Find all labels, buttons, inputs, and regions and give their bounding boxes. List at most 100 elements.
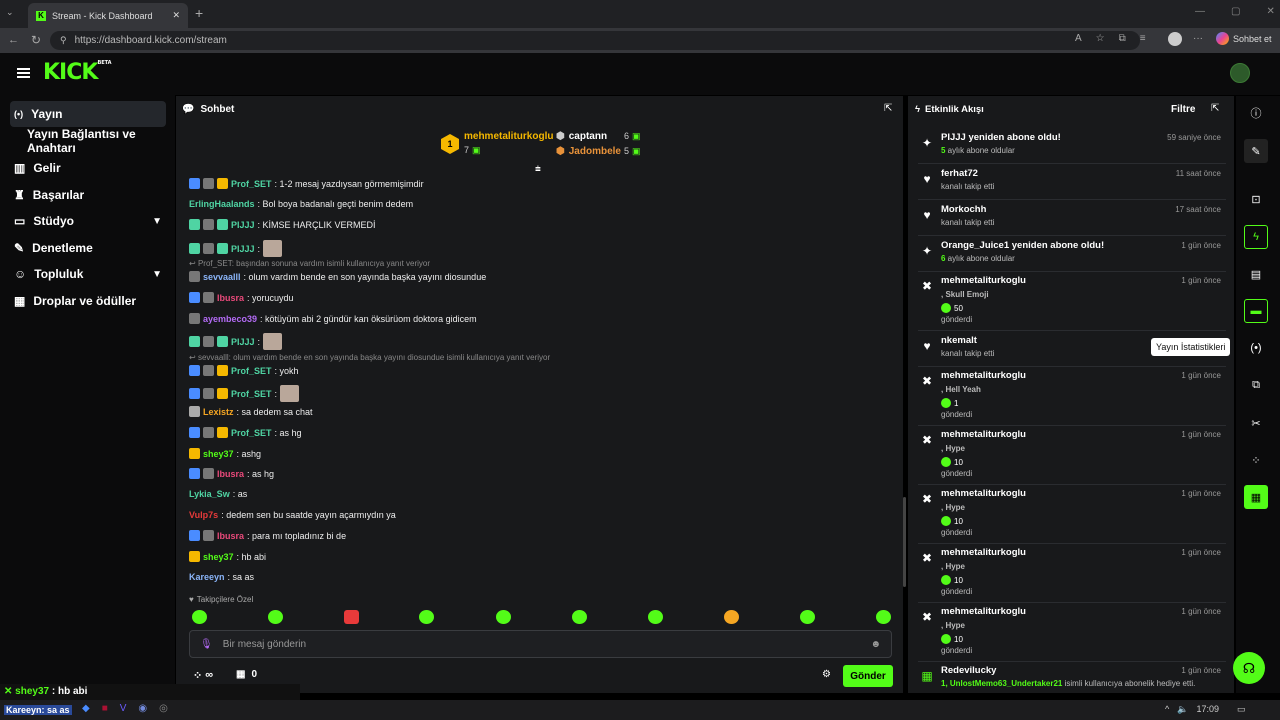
clapper-icon[interactable]: ▦ <box>1244 485 1268 509</box>
reload-icon[interactable]: ↻ <box>31 33 41 47</box>
activity-event[interactable]: ✖ mehmetaliturkoglu 1 gün önce , Skull Emoj… <box>918 273 1226 331</box>
quick-emote-icon[interactable] <box>876 610 891 624</box>
microphone-icon[interactable]: 🎙 <box>200 639 213 650</box>
community-icon[interactable]: ⁘ <box>1244 448 1268 472</box>
chat-username[interactable]: shey37 <box>203 552 234 562</box>
close-window-icon[interactable]: ✕ <box>1266 6 1274 17</box>
copilot-button[interactable]: Sohbet et <box>1216 32 1272 45</box>
activity-event[interactable]: ✖ mehmetaliturkoglu 1 gün önce , Hype 10 gönd… <box>918 545 1226 603</box>
stream-stats-icon[interactable]: (•) <box>1244 336 1268 360</box>
chat-username[interactable]: PIJJJ <box>231 244 255 254</box>
sidebar-item-denetleme[interactable]: ✎ Denetleme <box>10 235 166 261</box>
sidebar-item-stream-key[interactable]: Yayın Bağlantısı ve Anahtarı <box>10 127 175 155</box>
quick-emote-icon[interactable] <box>800 610 815 624</box>
minimize-icon[interactable]: — <box>1195 6 1205 17</box>
activity-event[interactable]: ♥ Morkochh 17 saat önce kanalı takip etti <box>918 202 1226 236</box>
chat-input[interactable]: 🎙 Bir mesaj gönderin ☻ <box>189 630 892 658</box>
notes-icon[interactable]: ▤ <box>1244 262 1268 286</box>
activity-bolt-icon[interactable]: ϟ <box>1244 225 1268 249</box>
chat-username[interactable]: Prof_SET <box>231 428 272 438</box>
app-icon[interactable]: V <box>120 703 127 714</box>
quick-emote-icon[interactable] <box>724 610 739 624</box>
tab-list-icon[interactable]: ⌄ <box>6 7 14 18</box>
quick-emote-icon[interactable] <box>192 610 207 624</box>
chat-username[interactable]: ayembeco39 <box>203 314 257 324</box>
chat-username[interactable]: Lexistz <box>203 407 234 417</box>
profile-avatar[interactable] <box>1168 32 1182 46</box>
quick-emote-icon[interactable] <box>268 610 283 624</box>
gift-counter[interactable]: ▦ 0 <box>236 669 257 680</box>
sidebar-item-studyo[interactable]: ▭ Stüdyo ▼ <box>10 208 166 234</box>
sidebar-item-droplar[interactable]: ▦ Droplar ve ödüller <box>10 288 166 314</box>
chat-settings-icon[interactable]: ⚙ <box>822 669 831 680</box>
moderation-wrench-icon[interactable]: ✂ <box>1244 411 1268 435</box>
extensions-icon[interactable]: ⧉ <box>1119 33 1126 44</box>
favorite-star-icon[interactable]: ☆ <box>1096 33 1105 44</box>
quick-emote-icon[interactable] <box>419 610 434 624</box>
chat-username[interactable]: Lykia_Sw <box>189 489 230 499</box>
back-icon[interactable]: ← <box>8 34 19 46</box>
activity-event[interactable]: ✖ mehmetaliturkoglu 1 gün önce , Hype 10 gönd… <box>918 427 1226 485</box>
chat-username[interactable]: Kareeyn <box>189 572 225 582</box>
read-aloud-icon[interactable]: A <box>1075 33 1082 44</box>
chat-username[interactable]: Prof_SET <box>231 366 272 376</box>
new-tab-icon[interactable]: + <box>195 5 203 21</box>
chat-icon[interactable]: ▬ <box>1244 299 1268 323</box>
quick-emote-icon[interactable] <box>648 610 663 624</box>
chat-username[interactable]: sevvaalll <box>203 272 241 282</box>
chat-scrollbar[interactable] <box>903 497 906 587</box>
user-avatar[interactable] <box>1230 63 1250 83</box>
app-icon[interactable]: ◎ <box>159 703 168 714</box>
more-menu-icon[interactable]: ··· <box>1193 33 1203 44</box>
sidebar-item-topluluk[interactable]: ☺ Topluluk ▼ <box>10 261 166 287</box>
screen-capture-icon[interactable]: ⊡ <box>1244 187 1268 211</box>
chat-username[interactable]: PIJJJ <box>231 337 255 347</box>
app-icon[interactable]: ◆ <box>82 703 90 714</box>
volume-icon[interactable]: 🔈 <box>1177 704 1188 715</box>
quick-emote-icon[interactable] <box>572 610 587 624</box>
activity-event[interactable]: ♥ ferhat72 11 saat önce kanalı takip etti <box>918 166 1226 200</box>
notification-icon[interactable]: ▭ <box>1237 704 1246 715</box>
activity-event[interactable]: ✦ PIJJJ yeniden abone oldu! 59 saniye önce… <box>918 130 1226 164</box>
chat-username[interactable]: shey37 <box>203 449 234 459</box>
activity-event[interactable]: ✦ Orange_Juice1 yeniden abone oldu! 1 gün … <box>918 238 1226 272</box>
popout-icon[interactable]: ⇱ <box>884 103 892 114</box>
activity-event[interactable]: ✖ mehmetaliturkoglu 1 gün önce , Hype 10 gönd… <box>918 486 1226 544</box>
leaderboard-third[interactable]: ⬢ Jadombele <box>556 146 621 157</box>
layout-icon[interactable]: ⧉ <box>1244 373 1268 397</box>
browser-tab[interactable]: K Stream - Kick Dashboard ✕ <box>28 3 188 28</box>
favorites-icon[interactable]: ≡ <box>1140 33 1146 44</box>
activity-popout-icon[interactable]: ⇱ <box>1211 103 1219 114</box>
drops-indicator[interactable]: ⁘ ∞ <box>193 669 213 682</box>
close-tab-icon[interactable]: ✕ <box>172 10 180 21</box>
edit-icon[interactable]: ✎ <box>1244 139 1268 163</box>
chat-username[interactable]: Prof_SET <box>231 389 272 399</box>
app-icon[interactable]: ■ <box>102 703 108 714</box>
chat-username[interactable]: Ibusra <box>217 469 244 479</box>
leaderboard-top-name[interactable]: mehmetaliturkoglu <box>464 131 553 142</box>
hamburger-menu-icon[interactable] <box>17 68 30 78</box>
site-info-icon[interactable]: ⚲ <box>60 35 67 46</box>
activity-event[interactable]: ✖ mehmetaliturkoglu 1 gün önce , Hype 10 gönd… <box>918 604 1226 662</box>
chat-username[interactable]: Ibusra <box>217 293 244 303</box>
support-headset-icon[interactable]: ☊ <box>1233 652 1265 684</box>
chat-username[interactable]: PIJJJ <box>231 220 255 230</box>
chat-username[interactable]: Ibusra <box>217 531 244 541</box>
leaderboard-second[interactable]: ⬢ captann <box>556 131 607 142</box>
address-bar[interactable]: ⚲ https://dashboard.kick.com/stream <box>50 31 1140 50</box>
send-button[interactable]: Gönder <box>843 665 893 687</box>
activity-event[interactable]: ▦ Redevilucky 1 gün önce 1, UnlostMemo63_Un… <box>918 663 1226 693</box>
chat-username[interactable]: Vulp7s <box>189 510 218 520</box>
app-icon[interactable]: ◉ <box>138 703 147 714</box>
kick-logo[interactable]: KICKBETA <box>43 60 112 85</box>
activity-event[interactable]: ✖ mehmetaliturkoglu 1 gün önce , Hell Yeah 1… <box>918 368 1226 426</box>
info-icon[interactable]: ⓘ <box>1244 101 1268 125</box>
maximize-icon[interactable]: ▢ <box>1231 6 1240 17</box>
collapse-leaderboard-icon[interactable]: ⩧ <box>535 164 541 175</box>
chat-username[interactable]: Prof_SET <box>231 179 272 189</box>
emoji-icon[interactable]: ☻ <box>870 639 881 650</box>
sidebar-item-gelir[interactable]: ▥ Gelir <box>10 155 166 181</box>
sidebar-item-basarilar[interactable]: ♜ Başarılar <box>10 182 166 208</box>
sidebar-item-yayin[interactable]: (•) Yayın <box>10 101 166 127</box>
filter-button[interactable]: Filtre <box>1171 104 1195 115</box>
